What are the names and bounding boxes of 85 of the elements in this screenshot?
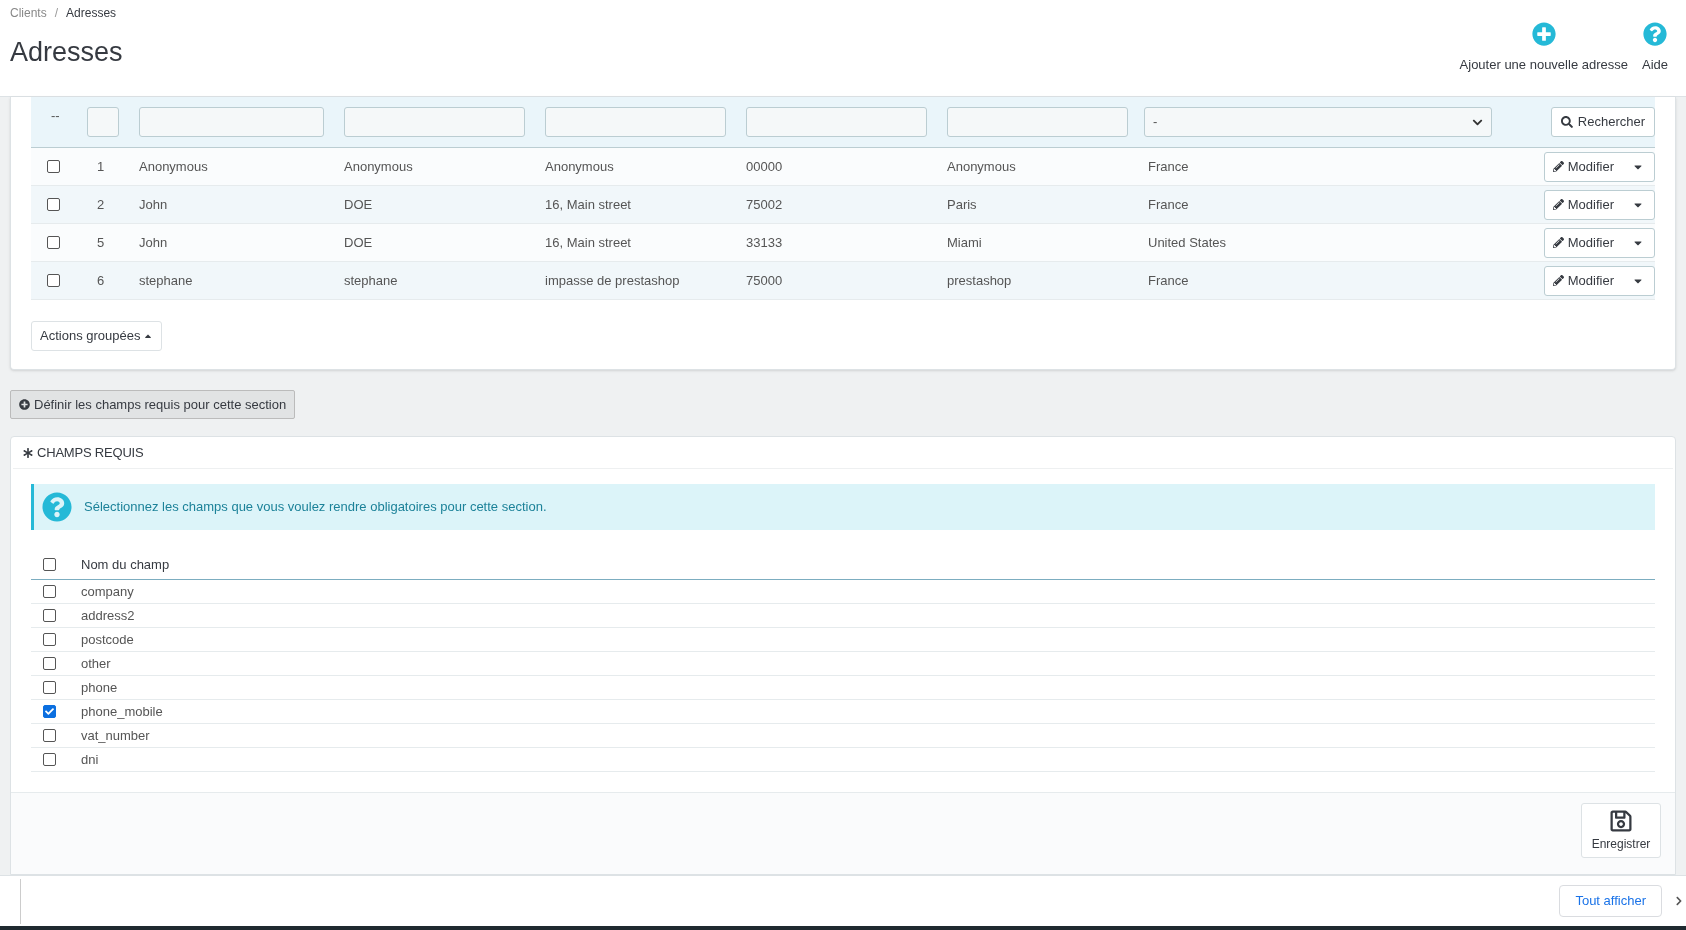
row-checkbox[interactable] (47, 160, 60, 173)
help-icon (42, 492, 72, 522)
table-cell-text: 2 (96, 195, 106, 214)
field-name: phone_mobile (81, 702, 163, 721)
table-cell-text: 33133 (745, 233, 784, 252)
help-button[interactable]: Aide (1641, 22, 1668, 75)
field-checkbox[interactable] (43, 585, 56, 598)
table-cell-text: impasse de prestashop (544, 271, 681, 290)
table-cell-text: John (138, 195, 169, 214)
pencil-icon (1552, 275, 1564, 286)
search-icon (1560, 116, 1573, 128)
table-cell-text: Miami (946, 233, 983, 252)
table-cell-text: John (138, 233, 169, 252)
table-cell-text: stephane (343, 271, 399, 290)
field-name: other (81, 654, 111, 673)
table-cell-text: prestashop (946, 271, 1013, 290)
row-checkbox[interactable] (47, 236, 60, 249)
field-checkbox[interactable] (43, 753, 56, 766)
table-cell-text: 16, Main street (544, 195, 632, 214)
table-cell-text: DOE (343, 233, 374, 252)
asterisk-icon (23, 447, 33, 458)
table-cell-text: Anonymous (946, 157, 1017, 176)
edit-button[interactable]: Modifier (1543, 151, 1655, 182)
table-cell-text: stephane (138, 271, 194, 290)
table-cell-text: 6 (96, 271, 106, 290)
pencil-icon (1552, 199, 1564, 210)
row-checkbox[interactable] (47, 198, 60, 211)
breadcrumb-link[interactable]: Clients (10, 4, 47, 22)
filter-input[interactable] (545, 107, 726, 137)
pencil-icon (1552, 161, 1564, 172)
filter-select[interactable]: - (1144, 107, 1492, 137)
define-required-fields-button[interactable]: Définir les champs requis pour cette section (10, 390, 296, 419)
edit-button[interactable]: Modifier (1543, 189, 1655, 220)
field-checkbox[interactable] (43, 657, 56, 670)
panel-title: CHAMPS REQUIS (37, 443, 144, 462)
table-cell-text: United States (1147, 233, 1228, 252)
table-cell-text: 75000 (745, 271, 784, 290)
column-header: Nom du champ (81, 555, 170, 574)
edit-button[interactable]: Modifier (1543, 227, 1655, 258)
select-all-checkbox[interactable] (43, 558, 56, 571)
table-cell-text: France (1147, 157, 1190, 176)
pencil-icon (1552, 237, 1564, 248)
field-checkbox[interactable] (43, 729, 56, 742)
bulk-actions-button[interactable]: Actions groupées (31, 321, 163, 351)
field-name: postcode (81, 630, 134, 649)
table-cell-text: Anonymous (544, 157, 615, 176)
add-icon (1531, 22, 1556, 46)
table-cell-text: 5 (96, 233, 106, 252)
help-icon (1643, 22, 1667, 46)
row-checkbox[interactable] (47, 274, 60, 287)
table-cell-text: DOE (343, 195, 374, 214)
field-checkbox[interactable] (43, 681, 56, 694)
table-cell-text: 75002 (745, 195, 784, 214)
field-checkbox[interactable] (43, 633, 56, 646)
field-checkbox[interactable] (43, 609, 56, 622)
table-cell-text: Anonymous (343, 157, 414, 176)
chevron-right-icon (1674, 896, 1684, 906)
add-button[interactable]: Ajouter une nouvelle adresse (1459, 22, 1628, 75)
breadcrumb-current: Adresses (66, 5, 117, 22)
info-text: Sélectionnez les champs que vous voulez rendre obligatoires pour cette section. (84, 498, 547, 517)
table-cell-text: France (1147, 195, 1190, 214)
field-name: company (81, 582, 134, 601)
save-button[interactable]: Enregistrer (1581, 803, 1661, 858)
field-name: dni (81, 750, 99, 769)
field-name: address2 (81, 606, 135, 625)
filter-input[interactable] (139, 107, 324, 137)
table-cell-text: Paris (946, 195, 978, 214)
table-cell-text: 1 (96, 157, 106, 176)
filter-input[interactable] (746, 107, 927, 137)
filter-input[interactable] (87, 107, 119, 137)
filter-label: -- (50, 107, 61, 126)
table-cell-text: France (1147, 271, 1190, 290)
table-cell-text: Anonymous (138, 157, 209, 176)
field-name: phone (81, 678, 118, 697)
show-all-button[interactable]: Tout afficher (1559, 885, 1662, 917)
field-checkbox[interactable] (43, 705, 56, 718)
edit-button[interactable]: Modifier (1543, 265, 1655, 296)
filter-input[interactable] (344, 107, 525, 137)
table-cell-text: 00000 (745, 157, 784, 176)
table-cell-text: 16, Main street (544, 233, 632, 252)
field-name: vat_number (81, 726, 150, 745)
breadcrumb-separator: / (54, 5, 59, 22)
search-button[interactable]: Rechercher (1550, 107, 1655, 137)
page-title: Adresses (10, 36, 123, 69)
filter-input[interactable] (947, 107, 1128, 137)
